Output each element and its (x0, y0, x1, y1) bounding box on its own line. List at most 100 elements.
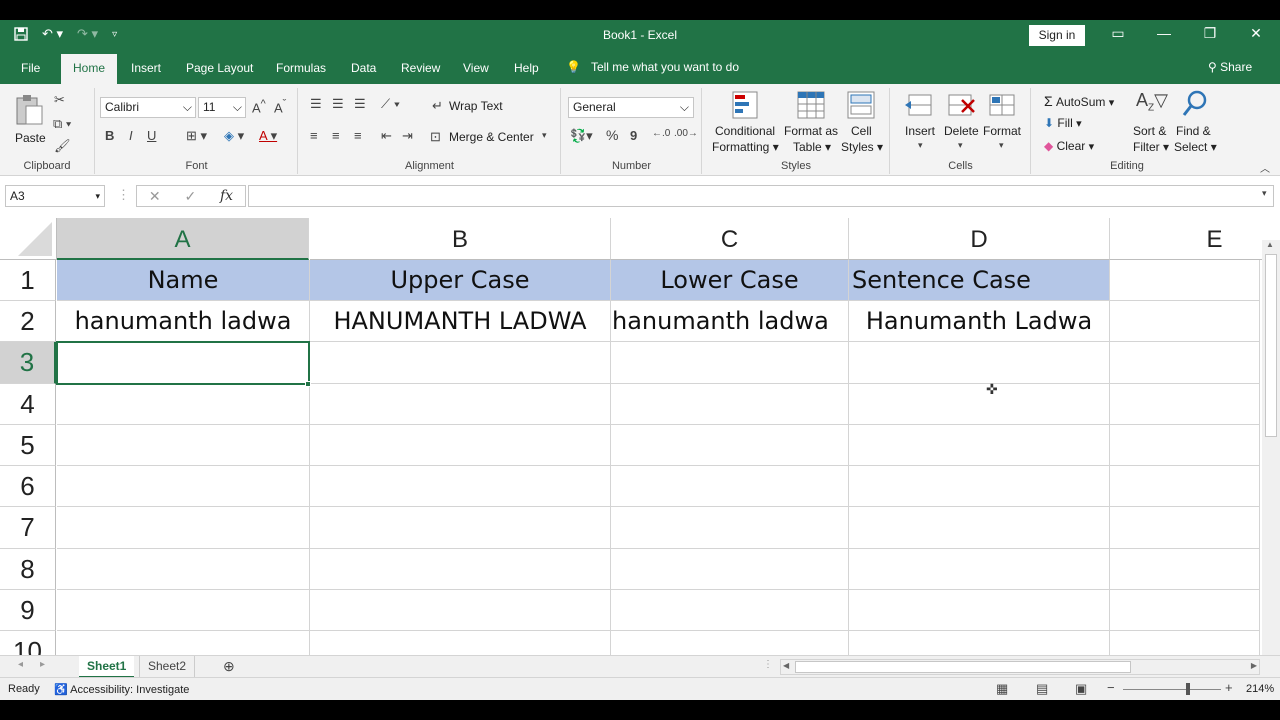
cell-a4[interactable] (57, 384, 310, 425)
chevron-down-icon[interactable]: ▾ (918, 140, 923, 151)
format-cells-icon[interactable] (988, 92, 1016, 121)
cell-c3[interactable] (611, 342, 849, 384)
comma-button[interactable]: 9 (630, 128, 637, 143)
bold-button[interactable]: B (105, 128, 114, 143)
conditional-formatting-icon[interactable] (731, 90, 759, 123)
chevron-down-icon[interactable]: ▾ (542, 130, 547, 141)
chevron-down-icon[interactable]: ▾ (958, 140, 963, 151)
font-color-icon[interactable]: A ▾ (259, 128, 277, 144)
row-header-7[interactable]: 7 (0, 507, 56, 549)
next-sheet-icon[interactable]: ▸ (40, 659, 45, 670)
cell-b7[interactable] (310, 507, 611, 549)
cell-a8[interactable] (57, 549, 310, 590)
page-layout-view-icon[interactable]: ▤ (1036, 681, 1048, 697)
scroll-right-icon[interactable]: ▶ (1251, 661, 1257, 670)
zoom-level[interactable]: 214% (1246, 683, 1274, 695)
cell-d3[interactable] (849, 342, 1110, 384)
conditional-formatting-label-2[interactable]: Formatting ▾ (712, 140, 779, 154)
find-select-icon[interactable] (1182, 90, 1208, 121)
insert-cells-button[interactable]: Insert (905, 124, 935, 138)
format-as-table-label[interactable]: Format as (784, 124, 838, 138)
tab-view[interactable]: View (463, 61, 489, 75)
accessibility-status[interactable]: ♿ Accessibility: Investigate (54, 683, 189, 696)
cell-a2[interactable]: hanumanth ladwa (57, 301, 310, 342)
row-header-3[interactable]: 3 (0, 342, 56, 384)
row-header-4[interactable]: 4 (0, 384, 56, 425)
paste-icon[interactable] (14, 94, 44, 129)
cell-a9[interactable] (57, 590, 310, 631)
tab-formulas[interactable]: Formulas (276, 61, 326, 75)
fill-handle[interactable] (305, 381, 311, 387)
cell-c10[interactable] (611, 631, 849, 655)
zoom-in-icon[interactable]: + (1225, 680, 1233, 695)
align-right-icon[interactable]: ≡ (354, 128, 362, 143)
tab-data[interactable]: Data (351, 61, 376, 75)
cell-c4[interactable] (611, 384, 849, 425)
top-align-icon[interactable]: ☰ (310, 96, 322, 112)
tab-page-layout[interactable]: Page Layout (186, 61, 253, 75)
column-header-a[interactable]: A (57, 218, 309, 260)
cell-e1[interactable] (1110, 260, 1260, 301)
cell-styles-icon[interactable] (846, 90, 876, 123)
cell-e2[interactable] (1110, 301, 1260, 342)
format-as-table-label-2[interactable]: Table ▾ (793, 140, 831, 154)
column-header-c[interactable]: C (611, 218, 849, 260)
clear-button[interactable]: ◆ Clear ▾ (1044, 139, 1094, 153)
align-center-icon[interactable]: ≡ (332, 128, 340, 143)
currency-icon[interactable]: 💱▾ (570, 128, 593, 144)
increase-font-icon[interactable]: A^ (252, 98, 266, 115)
italic-button[interactable]: I (129, 128, 133, 143)
cut-icon[interactable]: ✂ (54, 92, 65, 108)
column-header-e[interactable]: E (1110, 218, 1262, 260)
horizontal-scrollbar[interactable]: ◀ ▶ (780, 659, 1260, 675)
conditional-formatting-label[interactable]: Conditional (715, 124, 775, 138)
zoom-out-icon[interactable]: − (1107, 680, 1115, 695)
delete-cells-button[interactable]: Delete (944, 124, 979, 138)
increase-decimal-icon[interactable]: ←.0 (652, 128, 670, 139)
cell-c8[interactable] (611, 549, 849, 590)
cell-e4[interactable] (1110, 384, 1260, 425)
delete-cells-icon[interactable] (947, 92, 975, 121)
cell-d4[interactable] (849, 384, 1110, 425)
cell-c5[interactable] (611, 425, 849, 466)
page-break-view-icon[interactable]: ▣ (1075, 681, 1087, 697)
cell-b1[interactable]: Upper Case (310, 260, 611, 301)
sort-filter-label-2[interactable]: Filter ▾ (1133, 140, 1169, 154)
number-format-select[interactable]: General ⌵ (568, 97, 694, 118)
column-header-d[interactable]: D (849, 218, 1110, 260)
minimize-icon[interactable]: — (1149, 25, 1179, 41)
row-header-10[interactable]: 10 (0, 631, 56, 655)
scroll-left-icon[interactable]: ◀ (783, 661, 789, 670)
cell-styles-label[interactable]: Cell (851, 124, 872, 138)
cell-b8[interactable] (310, 549, 611, 590)
row-header-8[interactable]: 8 (0, 549, 56, 590)
vertical-scrollbar[interactable]: ▲ ▼ (1262, 240, 1280, 677)
tab-home[interactable]: Home (61, 54, 118, 84)
find-select-label[interactable]: Find & (1176, 124, 1211, 138)
cancel-icon[interactable]: ✕ (149, 188, 161, 205)
row-header-2[interactable]: 2 (0, 301, 56, 342)
ribbon-display-icon[interactable]: ▭ (1103, 25, 1133, 42)
row-header-9[interactable]: 9 (0, 590, 56, 631)
align-left-icon[interactable]: ≡ (310, 128, 318, 143)
fill-button[interactable]: ⬇ Fill ▾ (1044, 116, 1082, 130)
increase-indent-icon[interactable]: ⇥ (402, 128, 413, 144)
cell-c2[interactable]: hanumanth ladwa (611, 301, 849, 342)
autosum-button[interactable]: Σ AutoSum ▾ (1044, 93, 1114, 109)
fill-color-icon[interactable]: ◈ ▾ (224, 128, 244, 144)
sort-filter-label[interactable]: Sort & (1133, 124, 1166, 138)
cell-c1[interactable]: Lower Case (611, 260, 849, 301)
underline-button[interactable]: U (147, 128, 156, 143)
percent-button[interactable]: % (606, 127, 618, 143)
insert-cells-icon[interactable] (905, 92, 933, 121)
borders-icon[interactable]: ⊞ ▾ (186, 128, 207, 144)
wrap-text-button[interactable]: Wrap Text (449, 99, 503, 113)
cell-b4[interactable] (310, 384, 611, 425)
find-select-label-2[interactable]: Select ▾ (1174, 140, 1217, 154)
sign-in-button[interactable]: Sign in (1029, 25, 1085, 46)
formula-input[interactable] (248, 185, 1274, 207)
tab-help[interactable]: Help (514, 61, 539, 75)
decrease-indent-icon[interactable]: ⇤ (381, 128, 392, 144)
split-icon[interactable]: ⋮ (763, 659, 773, 670)
add-sheet-icon[interactable]: ⊕ (223, 658, 235, 675)
